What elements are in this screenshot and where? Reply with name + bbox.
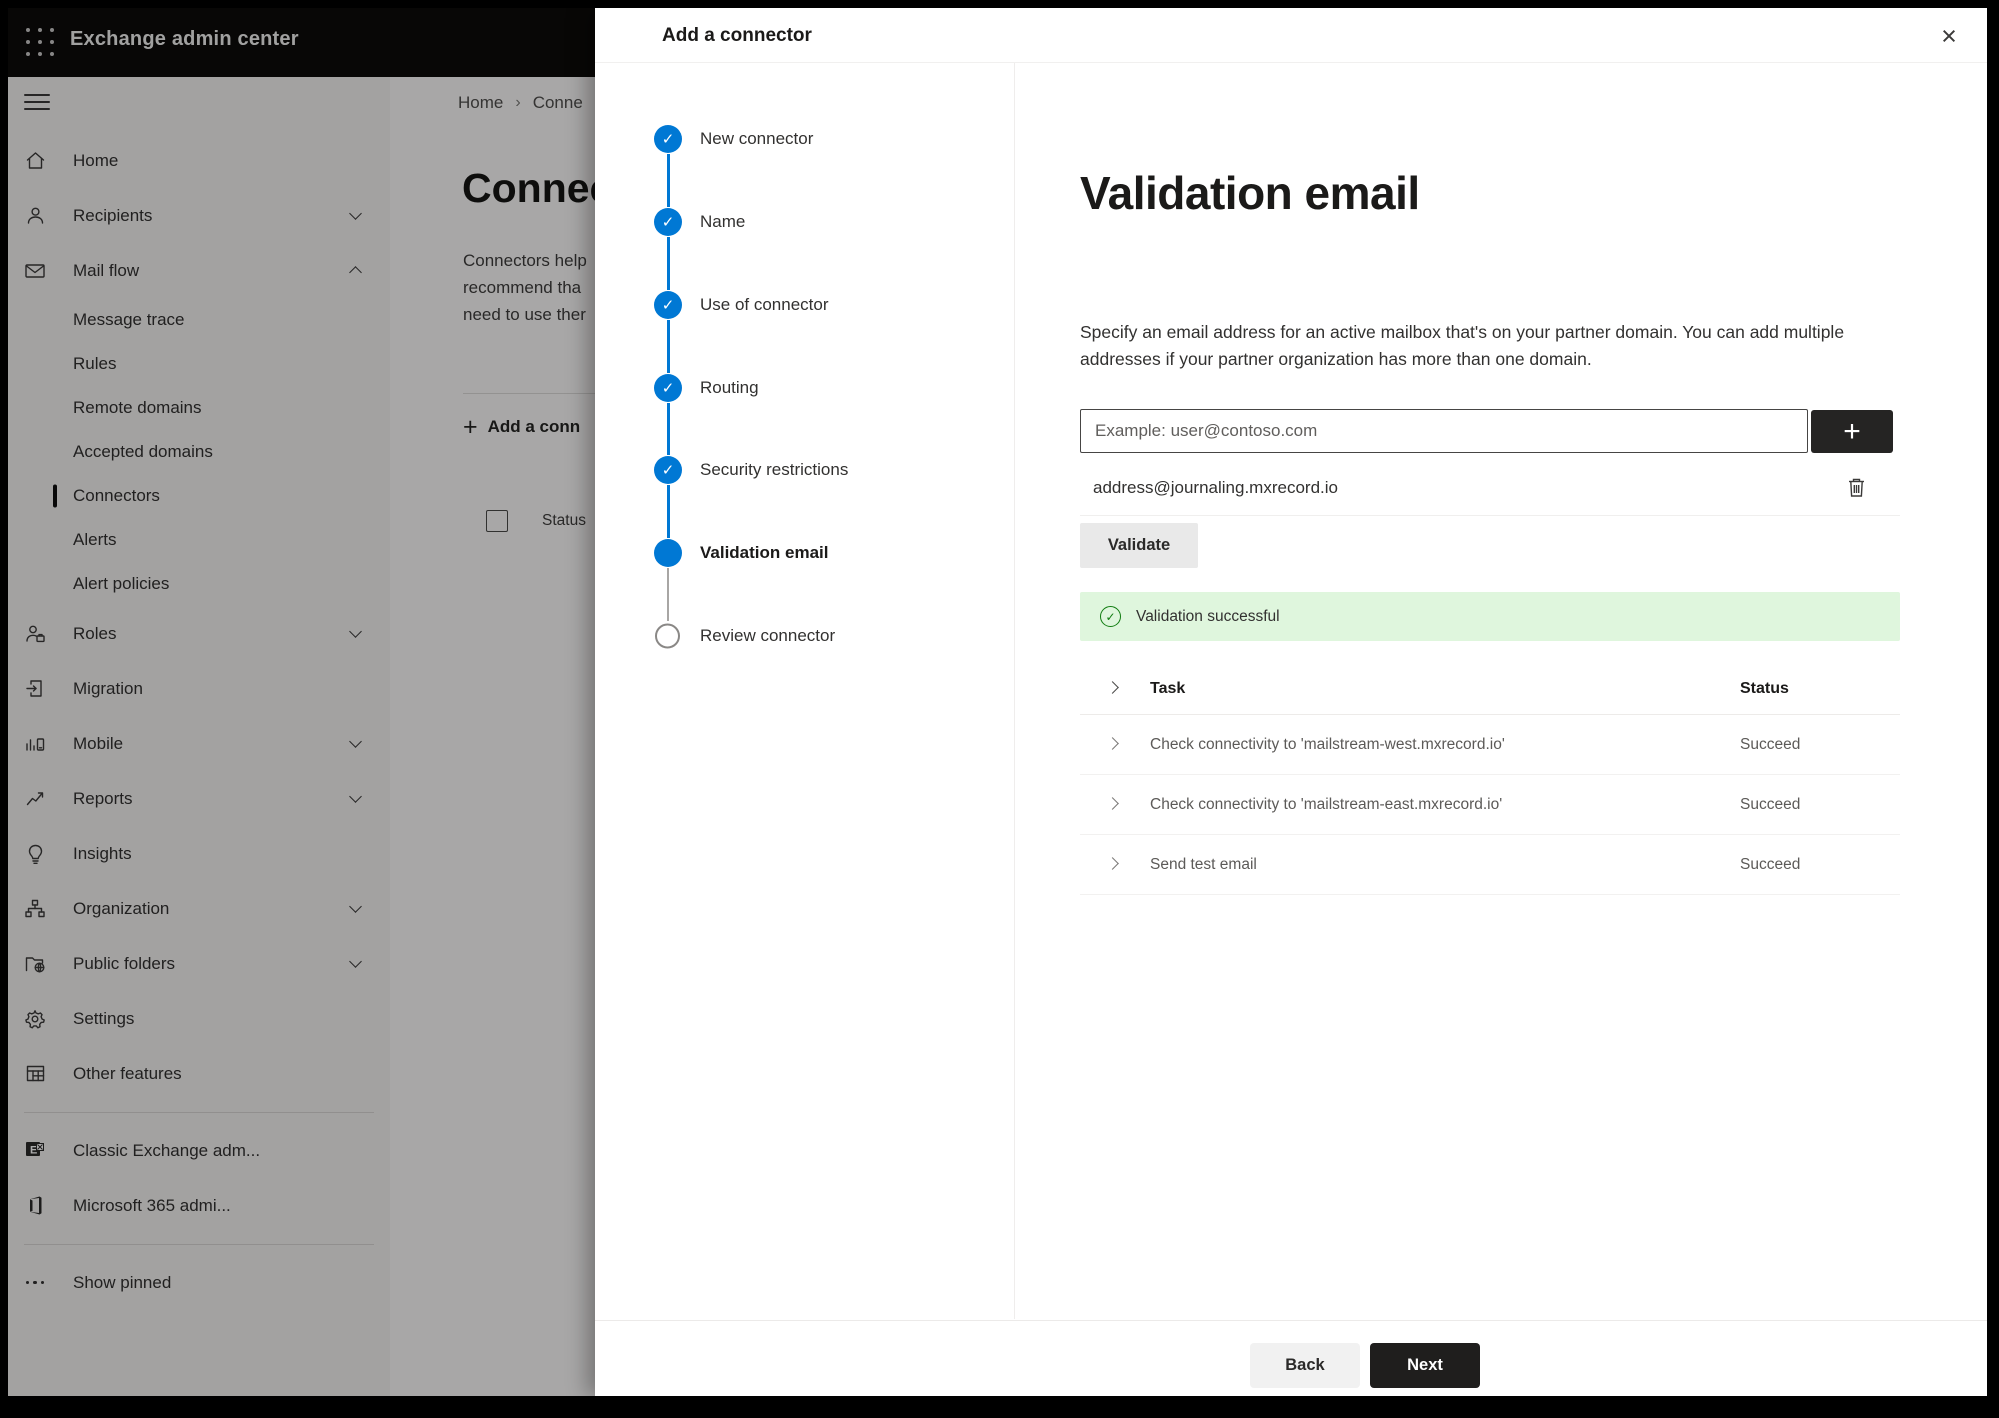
validation-results-table: Task Status Check connectivity to 'mails… xyxy=(1080,664,1900,895)
expand-row-chevron-icon[interactable] xyxy=(1106,736,1119,750)
step-complete-icon: ✓ xyxy=(654,374,682,402)
wizard-step-use-of-connector[interactable]: ✓ Use of connector xyxy=(595,278,995,332)
step-heading: Validation email xyxy=(1080,167,1420,219)
task-cell: Send test email xyxy=(1150,855,1257,873)
modal-dim-overlay xyxy=(8,8,595,1396)
wizard-step-name[interactable]: ✓ Name xyxy=(595,195,995,249)
banner-text: Validation successful xyxy=(1136,607,1280,625)
validation-task-row: Check connectivity to 'mailstream-east.m… xyxy=(1080,775,1900,835)
task-cell: Check connectivity to 'mailstream-east.m… xyxy=(1150,795,1503,813)
trash-icon xyxy=(1848,478,1864,497)
step-complete-icon: ✓ xyxy=(654,291,682,319)
panel-title: Add a connector xyxy=(662,25,812,46)
status-cell: Succeed xyxy=(1740,735,1801,753)
step-label: New connector xyxy=(700,129,814,148)
next-button[interactable]: Next xyxy=(1370,1343,1480,1388)
table-header-row: Task Status xyxy=(1080,664,1900,715)
email-address-input[interactable] xyxy=(1080,409,1808,453)
screenshot-frame: Exchange admin center Home Recipients Mail… xyxy=(0,0,1999,1418)
step-complete-icon: ✓ xyxy=(654,125,682,153)
added-address-value: address@journaling.mxrecord.io xyxy=(1093,477,1338,497)
step-complete-icon: ✓ xyxy=(654,208,682,236)
delete-address-button[interactable] xyxy=(1842,474,1870,502)
panel-header-divider xyxy=(595,62,1987,63)
expand-row-chevron-icon[interactable] xyxy=(1106,796,1119,810)
app-window: Exchange admin center Home Recipients Mail… xyxy=(8,8,1987,1396)
step-label: Use of connector xyxy=(700,295,829,314)
stepper-content-divider xyxy=(1014,63,1015,1319)
status-column-header: Status xyxy=(1740,680,1789,697)
task-column-header: Task xyxy=(1150,680,1186,697)
close-icon[interactable]: × xyxy=(1929,16,1969,56)
step-current-icon xyxy=(654,539,682,567)
wizard-step-routing[interactable]: ✓ Routing xyxy=(595,361,995,415)
validate-button[interactable]: Validate xyxy=(1080,523,1198,568)
wizard-step-security-restrictions[interactable]: ✓ Security restrictions xyxy=(595,443,995,497)
success-check-icon: ✓ xyxy=(1100,606,1121,627)
step-label: Review connector xyxy=(700,626,836,645)
validation-task-row: Check connectivity to 'mailstream-west.m… xyxy=(1080,715,1900,775)
wizard-step-new-connector[interactable]: ✓ New connector xyxy=(595,112,995,166)
back-button[interactable]: Back xyxy=(1250,1343,1360,1388)
step-label: Routing xyxy=(700,378,759,397)
step-complete-icon: ✓ xyxy=(654,456,682,484)
wizard-step-review-connector[interactable]: Review connector xyxy=(595,609,995,663)
status-cell: Succeed xyxy=(1740,855,1801,873)
expand-row-chevron-icon[interactable] xyxy=(1106,856,1119,870)
step-upcoming-icon xyxy=(655,623,680,649)
footer-divider xyxy=(595,1320,1987,1321)
step-description: Specify an email address for an active m… xyxy=(1080,322,1845,369)
plus-icon: + xyxy=(1843,414,1861,448)
step-label: Name xyxy=(700,212,746,231)
task-cell: Check connectivity to 'mailstream-west.m… xyxy=(1150,735,1505,753)
add-connector-panel: Add a connector × ✓ New connector ✓ Name ✓ Us… xyxy=(595,8,1987,1396)
add-address-button[interactable]: + xyxy=(1811,410,1893,453)
step-label: Security restrictions xyxy=(700,460,849,479)
validation-success-banner: ✓ Validation successful xyxy=(1080,592,1900,641)
status-cell: Succeed xyxy=(1740,795,1801,813)
step-label: Validation email xyxy=(700,543,829,562)
validation-task-row: Send test email Succeed xyxy=(1080,835,1900,895)
added-address-row: address@journaling.mxrecord.io xyxy=(1080,460,1900,516)
expand-all-chevron-icon[interactable] xyxy=(1106,681,1119,694)
wizard-step-validation-email[interactable]: Validation email xyxy=(595,526,995,580)
